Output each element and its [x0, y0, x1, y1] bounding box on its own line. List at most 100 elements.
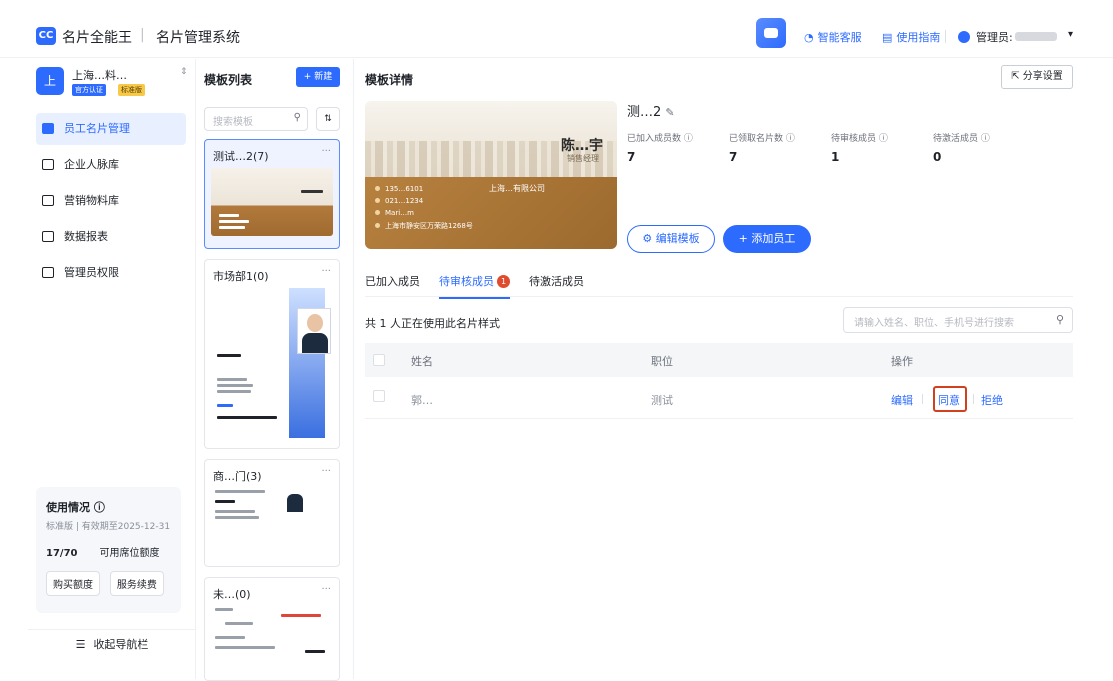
org-switcher[interactable]: 上 上海…料… ⇕ 官方认证 标准版	[36, 67, 188, 103]
template-thumbnail	[211, 488, 333, 546]
divider	[945, 30, 946, 43]
template-card-title: 商…门(3)	[213, 470, 262, 483]
template-list-panel: 模板列表 + 新建 搜索模板 ⚲ ⇅ 测试…2(7) ··· 市场部1(0) ·…	[196, 59, 354, 681]
location-icon	[375, 223, 380, 228]
reject-button[interactable]: 拒绝	[981, 392, 1003, 408]
card-icon	[42, 123, 54, 134]
edit-template-button[interactable]: ⚙ 编辑模板	[627, 225, 715, 253]
telephone-icon	[375, 198, 380, 203]
chart-icon	[42, 231, 54, 242]
sidebar-item-reports[interactable]: 数据报表	[36, 221, 186, 253]
info-icon[interactable]: ⓘ	[786, 134, 795, 144]
member-count-text: 共 1 人正在使用此名片样式	[365, 317, 500, 330]
gear-icon: ⚙	[642, 232, 653, 245]
sidebar-item-employee-cards[interactable]: 员工名片管理	[36, 113, 186, 145]
user-icon	[958, 31, 970, 43]
switch-arrows-icon[interactable]: ⇕	[180, 67, 188, 77]
plan-badge: 标准版	[118, 84, 145, 96]
usage-subtitle: 标准版 | 有效期至2025-12-31	[46, 522, 171, 532]
pending-count-badge: 1	[497, 275, 510, 288]
template-thumbnail	[211, 606, 333, 664]
template-name: 测…2 ✎	[627, 105, 675, 120]
share-icon: ⇱	[1011, 71, 1020, 82]
renew-service-button[interactable]: 服务续费	[109, 571, 164, 596]
sidebar-item-materials[interactable]: 营销物料库	[36, 185, 186, 217]
buy-quota-button[interactable]: 购买额度	[46, 571, 100, 596]
document-icon: ▤	[882, 31, 893, 44]
column-actions: 操作	[891, 355, 913, 368]
template-search-input[interactable]: 搜索模板 ⚲	[204, 107, 308, 131]
collapse-nav-button[interactable]: ☰ 收起导航栏	[28, 629, 196, 673]
card-tel: 021…1234	[375, 197, 423, 205]
smart-service-link[interactable]: ◔ 智能客服	[804, 29, 862, 45]
template-card[interactable]: 测试…2(7) ···	[204, 139, 340, 249]
assistant-mascot-icon[interactable]	[756, 18, 786, 48]
seat-label: 可用席位额度	[99, 548, 160, 559]
table-header: 姓名 职位 操作	[365, 343, 1073, 377]
sidebar-item-admin-permissions[interactable]: 管理员权限	[36, 257, 186, 289]
table-row: 郭… 测试 编辑 同意 拒绝	[365, 379, 1073, 419]
template-card[interactable]: 商…门(3) ···	[204, 459, 340, 567]
member-tabs: 已加入成员 待审核成员 1 待激活成员	[365, 267, 1073, 299]
stat-joined-members: 已加入成员数 ⓘ 7	[627, 134, 693, 164]
add-employee-button[interactable]: + 添加员工	[723, 225, 811, 253]
seat-count: 17/70	[46, 548, 78, 559]
card-holder-name: 陈…宇	[561, 138, 603, 154]
usage-panel: 使用情况 ⓘ 标准版 | 有效期至2025-12-31 17/70 可用席位额度 …	[36, 487, 181, 613]
member-search-input[interactable]: 请输入姓名、职位、手机号进行搜索 ⚲	[843, 307, 1073, 333]
tab-pending-activation[interactable]: 待激活成员	[529, 273, 584, 289]
org-avatar: 上	[36, 67, 64, 95]
sidebar: 上 上海…料… ⇕ 官方认证 标准版 员工名片管理 企业人脉库 营销物料库 数据…	[28, 59, 196, 679]
row-checkbox[interactable]	[373, 390, 385, 402]
divider	[973, 394, 974, 404]
share-settings-button[interactable]: ⇱ 分享设置	[1001, 65, 1073, 89]
info-icon[interactable]: ⓘ	[879, 134, 888, 144]
template-card-title: 测试…2(7)	[213, 150, 269, 163]
new-template-button[interactable]: + 新建	[296, 67, 340, 87]
stat-claimed-cards: 已领取名片数 ⓘ 7	[729, 134, 795, 164]
select-all-checkbox[interactable]	[373, 354, 385, 366]
template-list-heading: 模板列表	[204, 73, 253, 87]
member-name: 郭…	[411, 394, 433, 407]
edit-member-button[interactable]: 编辑	[891, 392, 913, 408]
admin-name-redacted	[1014, 32, 1057, 41]
headset-icon: ◔	[804, 31, 814, 44]
system-name: 名片管理系统	[156, 30, 240, 46]
chevron-down-icon[interactable]: ▾	[1068, 29, 1073, 40]
info-icon[interactable]: ⓘ	[94, 501, 105, 514]
card-email: Mari…m	[375, 209, 414, 217]
business-card-preview: 陈…宇 销售经理 135…6101 021…1234 Mari…m 上海市静安区…	[365, 101, 617, 249]
admin-menu[interactable]: 管理员:	[958, 29, 1057, 45]
template-card[interactable]: 未…(0) ···	[204, 577, 340, 681]
template-thumbnail	[211, 168, 333, 236]
card-phone: 135…6101	[375, 185, 423, 193]
stat-pending-review: 待审核成员 ⓘ 1	[831, 134, 888, 164]
template-card[interactable]: 市场部1(0) ···	[204, 259, 340, 449]
more-icon[interactable]: ···	[321, 266, 331, 277]
tab-joined-members[interactable]: 已加入成员	[365, 273, 420, 289]
card-company: 上海…有限公司	[489, 184, 545, 193]
user-guide-link[interactable]: ▤ 使用指南	[882, 29, 940, 45]
template-detail-panel: 模板详情 ⇱ 分享设置 陈…宇 销售经理 135…6101 021…1234 M…	[355, 59, 1113, 679]
edit-pencil-icon[interactable]: ✎	[665, 106, 674, 119]
info-icon[interactable]: ⓘ	[684, 134, 693, 144]
column-name: 姓名	[411, 355, 433, 368]
top-bar: CC 名片全能王 | 名片管理系统 ◔ 智能客服 ▤ 使用指南 管理员: ▾	[0, 14, 1113, 58]
approve-button[interactable]: 同意	[938, 392, 960, 408]
sort-button[interactable]: ⇅	[316, 107, 340, 131]
card-address: 上海市静安区万荣路1268号	[375, 221, 473, 231]
usage-title: 使用情况 ⓘ	[46, 501, 105, 514]
search-icon: ⚲	[293, 112, 301, 123]
info-icon[interactable]: ⓘ	[981, 134, 990, 144]
portrait-image	[297, 308, 331, 354]
template-card-title: 未…(0)	[213, 588, 251, 601]
more-icon[interactable]: ···	[321, 466, 331, 477]
more-icon[interactable]: ···	[321, 584, 331, 595]
logo-icon: CC	[36, 27, 56, 45]
org-name: 上海…料…	[72, 69, 127, 82]
brand-separator: |	[140, 27, 145, 43]
template-card-title: 市场部1(0)	[213, 270, 269, 283]
tab-pending-review[interactable]: 待审核成员 1	[439, 273, 510, 299]
sidebar-item-contacts[interactable]: 企业人脉库	[36, 149, 186, 181]
more-icon[interactable]: ···	[321, 146, 331, 157]
